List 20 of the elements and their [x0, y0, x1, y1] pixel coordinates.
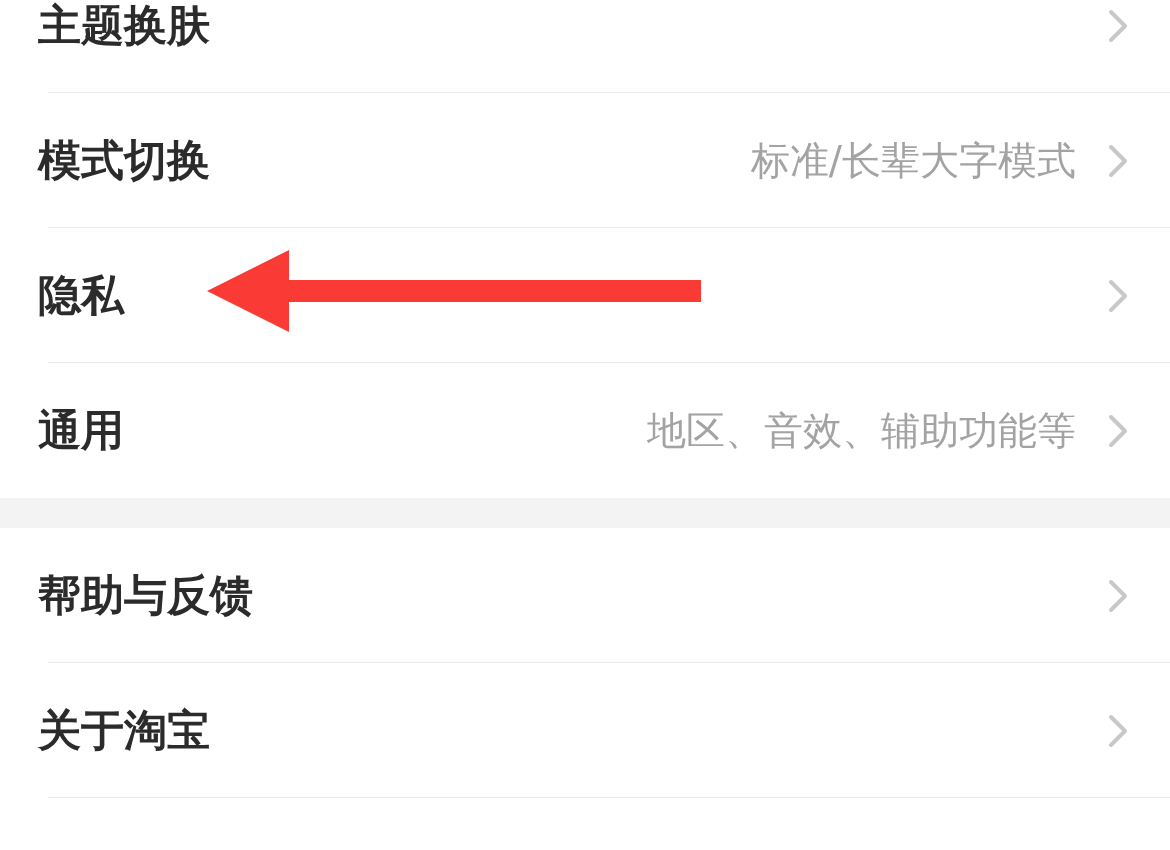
chevron-right-icon [1108, 413, 1128, 448]
settings-row[interactable]: 帮助与反馈 [0, 528, 1170, 663]
row-label: 关于淘宝 [38, 703, 210, 757]
chevron-right-icon [1108, 143, 1128, 178]
row-label: 帮助与反馈 [38, 568, 253, 622]
settings-row[interactable]: 主题换肤 [0, 0, 1170, 93]
settings-row[interactable]: 隐私 [0, 228, 1170, 363]
settings-row[interactable]: 模式切换 标准/长辈大字模式 [0, 93, 1170, 228]
row-label: 通用 [38, 403, 124, 457]
row-label: 隐私 [38, 268, 124, 322]
chevron-right-icon [1108, 278, 1128, 313]
settings-row[interactable]: 关于淘宝 [0, 663, 1170, 798]
chevron-right-icon [1108, 578, 1128, 613]
row-value: 标准/长辈大字模式 [750, 136, 1076, 185]
row-label: 主题换肤 [38, 0, 210, 52]
row-value: 地区、音效、辅助功能等 [647, 406, 1076, 455]
chevron-right-icon [1108, 8, 1128, 43]
row-label: 模式切换 [38, 133, 210, 187]
chevron-right-icon [1108, 713, 1128, 748]
settings-row[interactable]: 通用 地区、音效、辅助功能等 [0, 363, 1170, 498]
